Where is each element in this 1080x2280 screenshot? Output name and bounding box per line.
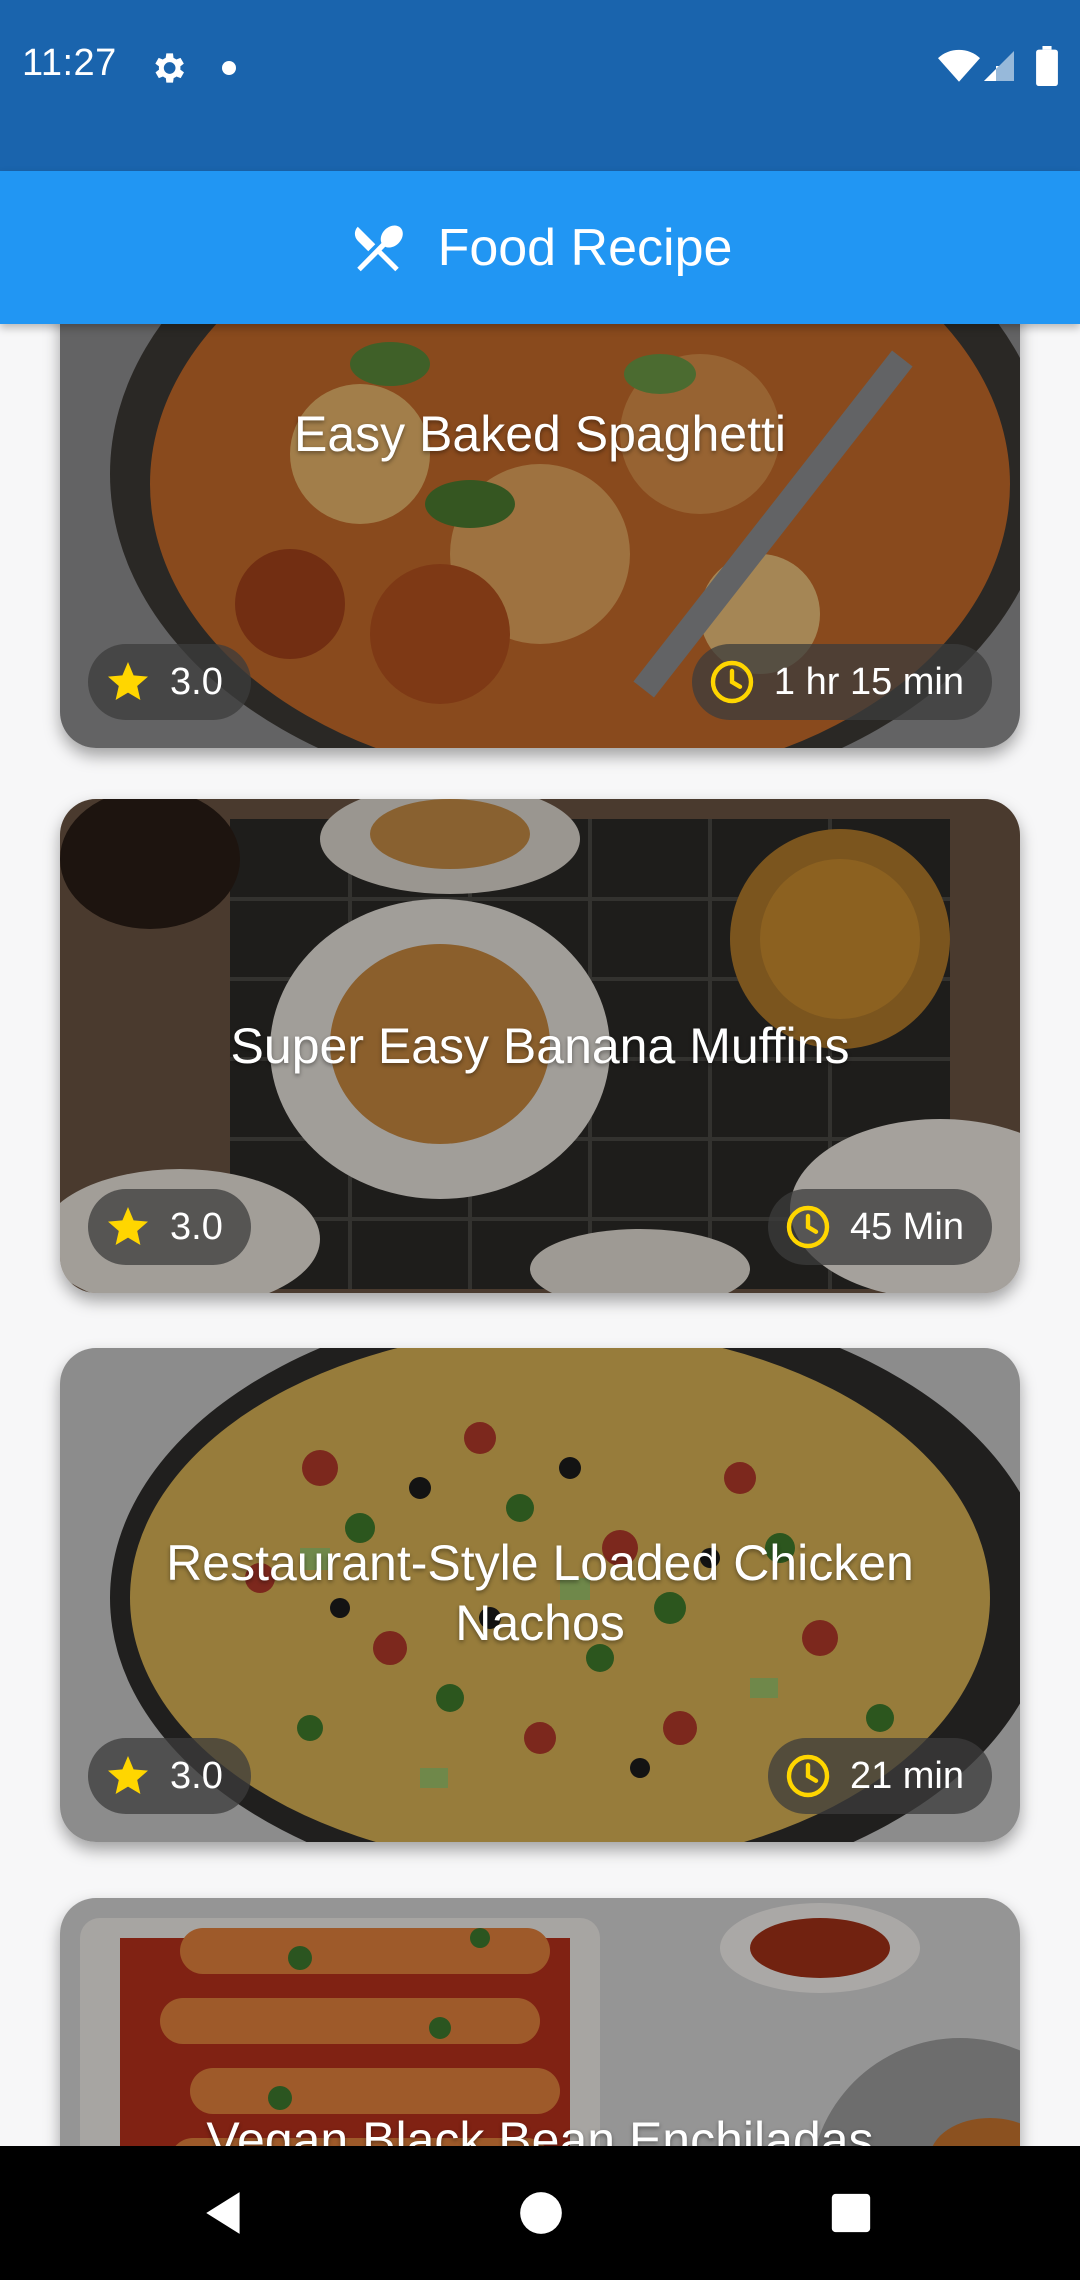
- recipe-card[interactable]: Easy Baked Spaghetti 3.0 1 hr 15 min: [60, 324, 1020, 748]
- back-icon[interactable]: [200, 2188, 250, 2238]
- recipe-title: Super Easy Banana Muffins: [230, 1018, 850, 1074]
- star-icon: [108, 1756, 148, 1794]
- rating-badge: 3.0: [88, 644, 251, 720]
- time-badge: 1 hr 15 min: [691, 644, 992, 720]
- clock-icon: [786, 1205, 830, 1249]
- battery-icon: [1036, 46, 1058, 86]
- recipe-title: Restaurant-Style Loaded Chicken Nachos: [166, 1535, 914, 1651]
- signal-icon: [984, 51, 1014, 81]
- rating-badge: 3.0: [88, 1189, 251, 1265]
- clock-icon: [786, 1754, 830, 1798]
- rating-value: 3.0: [170, 1754, 223, 1797]
- home-icon[interactable]: [516, 2188, 566, 2238]
- time-badge: 45 Min: [767, 1189, 992, 1265]
- clock-icon: [710, 660, 754, 704]
- time-value: 1 hr 15 min: [773, 660, 964, 703]
- rating-value: 3.0: [170, 660, 223, 703]
- app-bar: Food Recipe: [0, 171, 1080, 324]
- status-bar: 11:27: [0, 0, 1080, 171]
- rating-badge: 3.0: [88, 1738, 251, 1814]
- recipe-list[interactable]: Easy Baked Spaghetti 3.0 1 hr 15 min Sup…: [0, 324, 1080, 2146]
- rating-value: 3.0: [170, 1205, 223, 1248]
- recipe-card[interactable]: Super Easy Banana Muffins 3.0 45 Min: [60, 799, 1020, 1293]
- time-value: 45 Min: [849, 1205, 964, 1248]
- fork-knife-icon: [354, 224, 403, 271]
- app-title: Food Recipe: [437, 218, 733, 277]
- navigation-bar: [0, 2146, 1080, 2280]
- time-value: 21 min: [849, 1754, 964, 1797]
- time-badge: 21 min: [767, 1738, 992, 1814]
- image-overlay: [60, 1898, 1020, 2146]
- recipe-title: Easy Baked Spaghetti: [294, 406, 786, 462]
- recipe-card[interactable]: Restaurant-Style Loaded Chicken Nachos 3…: [60, 1348, 1020, 1842]
- star-icon: [108, 1207, 148, 1245]
- recents-icon[interactable]: [828, 2190, 874, 2236]
- recipe-title: Vegan Black Bean Enchiladas: [206, 2112, 874, 2146]
- recipe-card[interactable]: Vegan Black Bean Enchiladas: [60, 1898, 1020, 2146]
- status-time: 11:27: [22, 42, 117, 84]
- notification-dot: [222, 61, 236, 75]
- wifi-icon: [938, 49, 980, 82]
- gear-icon: [155, 53, 184, 83]
- star-icon: [108, 662, 148, 700]
